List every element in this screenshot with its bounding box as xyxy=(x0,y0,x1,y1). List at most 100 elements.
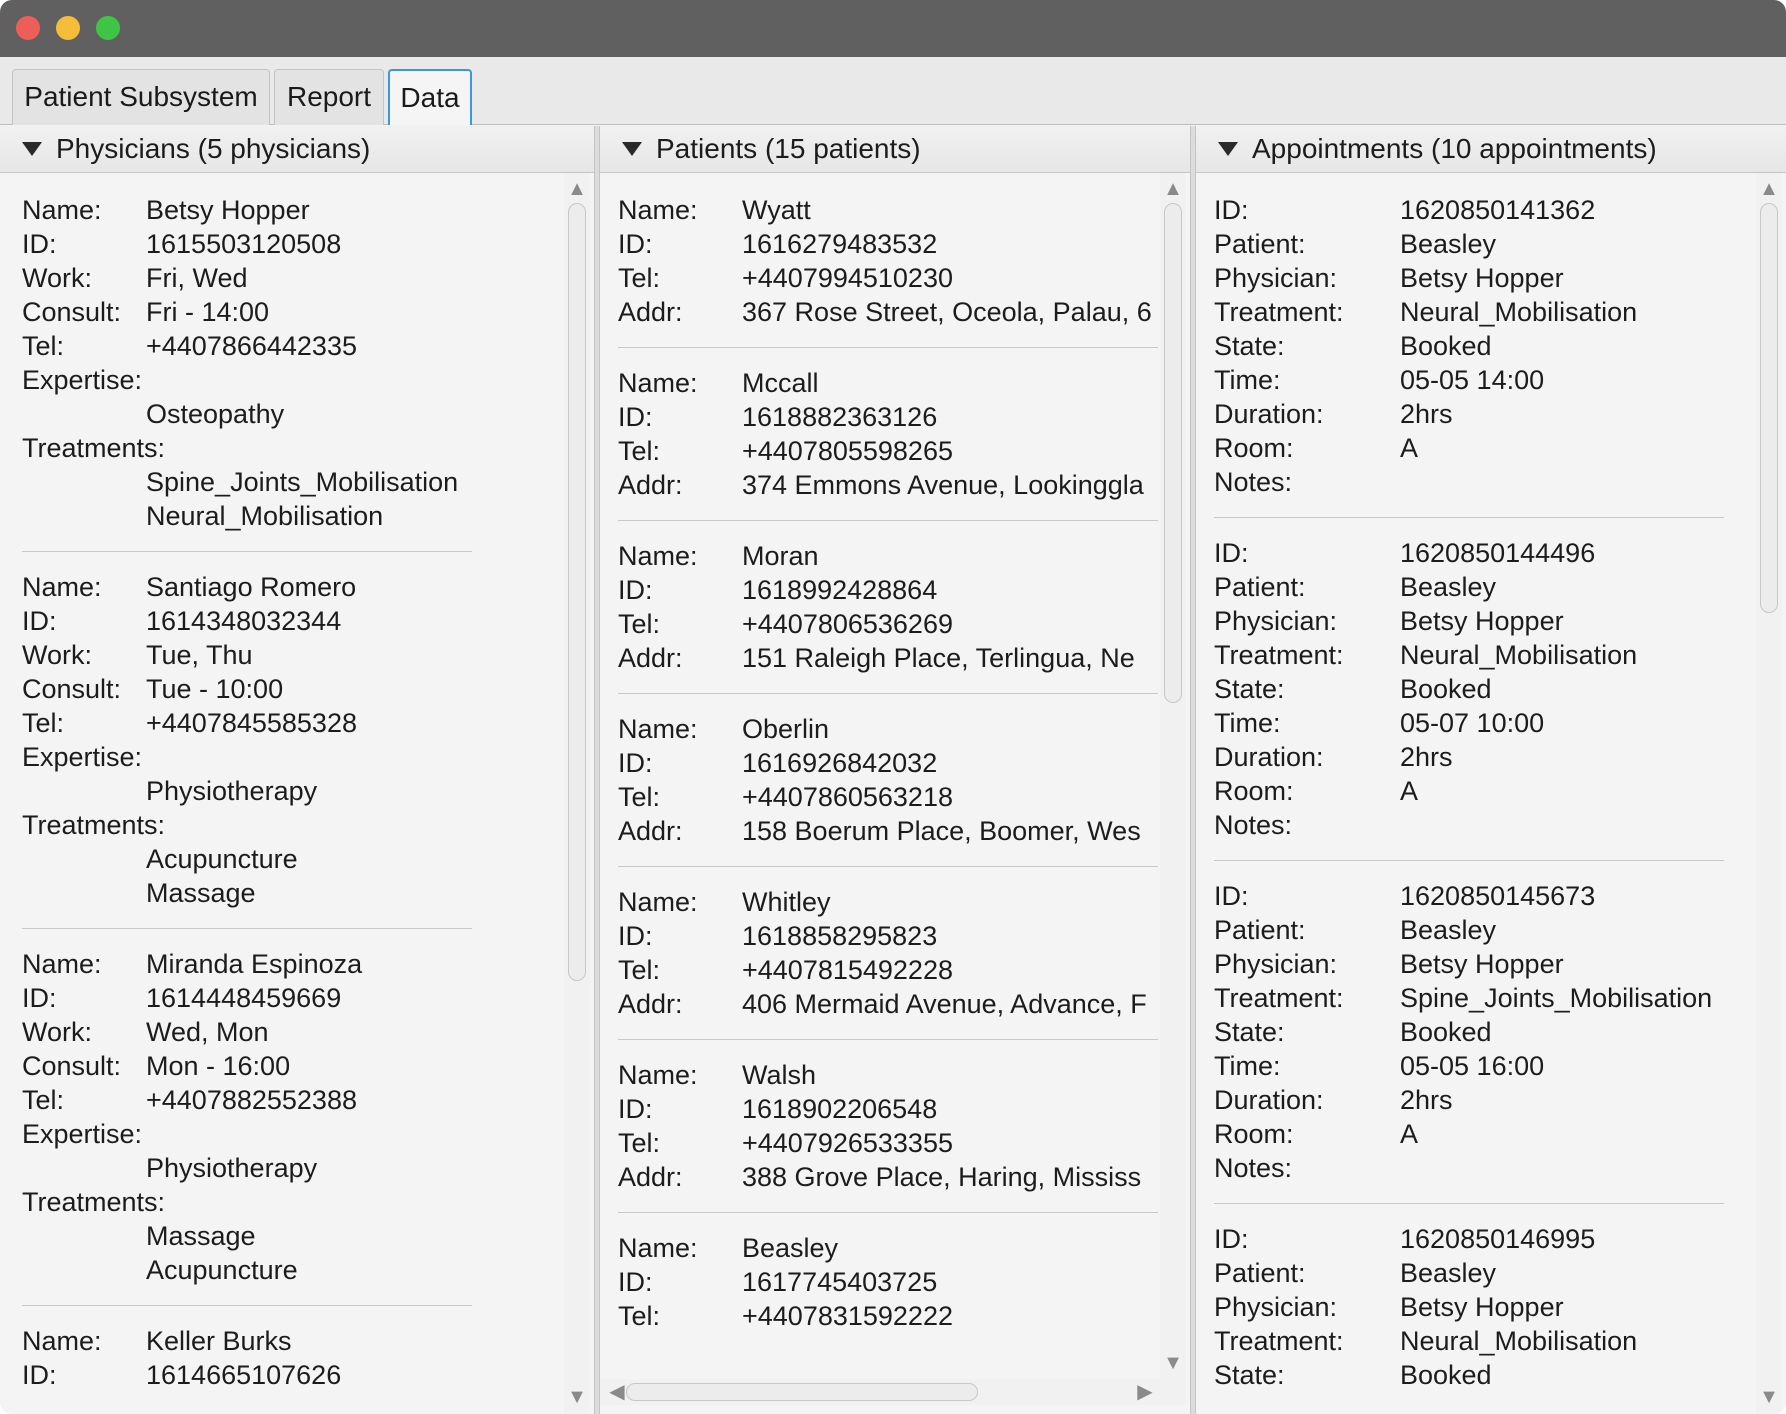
appointment-card[interactable]: ID: 1620850145673 Patient: Beasley Physician… xyxy=(1196,879,1754,1185)
physician-tel-value: +4407882552388 xyxy=(146,1085,357,1115)
physicians-list-viewport[interactable]: Name: Betsy Hopper ID: 1615503120508 Work: Fr… xyxy=(0,173,564,1414)
collapse-triangle-icon[interactable] xyxy=(1218,142,1238,156)
patients-panel-header[interactable]: Patients (15 patients) xyxy=(600,126,1190,173)
appointments-list-viewport[interactable]: ID: 1620850141362 Patient: Beasley Physician… xyxy=(1196,173,1754,1414)
appointment-room-value: A xyxy=(1400,1119,1419,1149)
physicians-panel-header[interactable]: Physicians (5 physicians) xyxy=(0,126,594,173)
physician-card[interactable]: Name: Betsy Hopper ID: 1615503120508 Work: Fr… xyxy=(0,193,564,533)
maximize-window-button[interactable] xyxy=(96,16,120,40)
physician-work: Work: Fri, Wed xyxy=(0,261,564,295)
scroll-down-arrow-icon[interactable]: ▼ xyxy=(1160,1353,1186,1373)
scroll-down-arrow-icon[interactable]: ▼ xyxy=(1756,1387,1782,1407)
patient-card[interactable]: Name: Wyatt ID: 1616279483532 Tel: +440799451… xyxy=(600,193,1158,329)
scroll-up-arrow-icon[interactable]: ▲ xyxy=(1160,179,1186,199)
patient-addr: Addr: 367 Rose Street, Oceola, Palau, 6 xyxy=(600,295,1158,329)
physician-expertise-value: Physiotherapy xyxy=(146,1153,318,1183)
patient-tel-value: +4407806536269 xyxy=(742,609,953,639)
patient-card[interactable]: Name: Oberlin ID: 1616926842032 Tel: +4407860… xyxy=(600,712,1158,848)
appointment-physician: Physician: Betsy Hopper xyxy=(1196,947,1754,981)
physician-tel: Tel: +4407845585328 xyxy=(0,706,564,740)
patient-tel: Tel: +4407806536269 xyxy=(600,607,1158,641)
card-separator xyxy=(22,928,472,929)
physician-id-value: 1614348032344 xyxy=(146,606,342,636)
appointment-duration-value: 2hrs xyxy=(1400,399,1453,429)
physician-expertise-heading-label: Expertise: xyxy=(22,742,143,772)
appointments-vertical-scrollbar[interactable]: ▲ ▼ xyxy=(1756,173,1782,1414)
physician-card[interactable]: Name: Santiago Romero ID: 1614348032344 Work… xyxy=(0,570,564,910)
patient-card[interactable]: Name: Mccall ID: 1618882363126 Tel: +44078055… xyxy=(600,366,1158,502)
patients-horizontal-scrollbar[interactable]: ◀ ▶ xyxy=(600,1379,1186,1405)
appointment-card[interactable]: ID: 1620850144496 Patient: Beasley Physician… xyxy=(1196,536,1754,842)
tab-report[interactable]: Report xyxy=(274,69,384,125)
patient-card[interactable]: Name: Whitley ID: 1618858295823 Tel: +4407815… xyxy=(600,885,1158,1021)
physician-card[interactable]: Name: Keller Burks ID: 1614665107626 xyxy=(0,1324,564,1392)
appointments-panel-header[interactable]: Appointments (10 appointments) xyxy=(1196,126,1786,173)
appointment-state: State: Booked xyxy=(1196,329,1754,363)
physicians-panel-title: Physicians (5 physicians) xyxy=(56,133,371,164)
appointment-state-value: Booked xyxy=(1400,331,1492,361)
physician-card[interactable]: Name: Miranda Espinoza ID: 1614448459669 Wor… xyxy=(0,947,564,1287)
appointment-notes-label: Notes: xyxy=(1214,810,1293,840)
collapse-triangle-icon[interactable] xyxy=(22,142,42,156)
physicians-vertical-scrollbar[interactable]: ▲ ▼ xyxy=(564,173,590,1414)
physician-treatment-item-value: Spine_Joints_Mobilisation xyxy=(146,467,459,497)
patient-tel-value: +4407805598265 xyxy=(742,436,953,466)
appointment-patient: Patient: Beasley xyxy=(1196,1256,1754,1290)
patient-id-label: ID: xyxy=(618,402,653,432)
appointment-state-value: Booked xyxy=(1400,1360,1492,1390)
patient-tel-label: Tel: xyxy=(618,1301,661,1331)
physician-work: Work: Tue, Thu xyxy=(0,638,564,672)
physicians-scroll-thumb[interactable] xyxy=(568,203,586,981)
patients-scroll-thumb[interactable] xyxy=(1164,203,1182,703)
patients-vertical-scrollbar[interactable]: ▲ ▼ xyxy=(1160,173,1186,1379)
physician-id-label: ID: xyxy=(22,1360,57,1390)
physician-treatment-item-value: Acupuncture xyxy=(146,1255,298,1285)
patient-card[interactable]: Name: Beasley ID: 1617745403725 Tel: +4407831… xyxy=(600,1231,1158,1333)
appointments-scroll-thumb[interactable] xyxy=(1760,203,1778,613)
appointment-state-label: State: xyxy=(1214,1360,1285,1390)
appointment-duration-label: Duration: xyxy=(1214,1085,1324,1115)
scroll-up-arrow-icon[interactable]: ▲ xyxy=(564,179,590,199)
scroll-right-arrow-icon[interactable]: ▶ xyxy=(1132,1382,1158,1402)
physician-treatment-item-value: Massage xyxy=(146,878,256,908)
patient-addr: Addr: 388 Grove Place, Haring, Mississ xyxy=(600,1160,1158,1194)
patient-name-label: Name: xyxy=(618,541,698,571)
patients-list-viewport[interactable]: Name: Wyatt ID: 1616279483532 Tel: +440799451… xyxy=(600,173,1158,1379)
appointment-card[interactable]: ID: 1620850141362 Patient: Beasley Physician… xyxy=(1196,193,1754,499)
appointment-time: Time: 05-07 10:00 xyxy=(1196,706,1754,740)
physician-expertise-heading: Expertise: xyxy=(0,1117,564,1151)
appointment-physician: Physician: Betsy Hopper xyxy=(1196,261,1754,295)
appointment-card[interactable]: ID: 1620850146995 Patient: Beasley Physician… xyxy=(1196,1222,1754,1392)
appointment-id-label: ID: xyxy=(1214,195,1249,225)
patients-horizontal-scroll-thumb[interactable] xyxy=(626,1383,978,1401)
physician-id-value: 1614448459669 xyxy=(146,983,342,1013)
scroll-up-arrow-icon[interactable]: ▲ xyxy=(1756,179,1782,199)
tab-data[interactable]: Data xyxy=(388,69,472,125)
title-bar xyxy=(0,0,1786,57)
patient-card[interactable]: Name: Moran ID: 1618992428864 Tel: +440780653… xyxy=(600,539,1158,675)
scroll-down-arrow-icon[interactable]: ▼ xyxy=(564,1387,590,1407)
patient-name: Name: Wyatt xyxy=(600,193,1158,227)
patient-id-value: 1618858295823 xyxy=(742,921,938,951)
patient-name-value: Moran xyxy=(742,541,819,571)
appointment-room: Room: A xyxy=(1196,774,1754,808)
appointment-physician-label: Physician: xyxy=(1214,949,1338,979)
appointment-patient-label: Patient: xyxy=(1214,915,1306,945)
physician-id-label: ID: xyxy=(22,983,57,1013)
physician-work-label: Work: xyxy=(22,263,93,293)
app-window: Patient Subsystem Report Data Physicians… xyxy=(0,0,1786,1414)
patient-card[interactable]: Name: Walsh ID: 1618902206548 Tel: +440792653… xyxy=(600,1058,1158,1194)
minimize-window-button[interactable] xyxy=(56,16,80,40)
tab-patient-subsystem[interactable]: Patient Subsystem xyxy=(12,69,270,125)
physician-treatment-item: Neural_Mobilisation xyxy=(0,499,564,533)
appointment-patient-value: Beasley xyxy=(1400,229,1497,259)
close-window-button[interactable] xyxy=(16,16,40,40)
appointment-physician-value: Betsy Hopper xyxy=(1400,949,1564,979)
patient-name: Name: Mccall xyxy=(600,366,1158,400)
patient-addr-value: 406 Mermaid Avenue, Advance, F xyxy=(742,989,1147,1019)
patient-tel-value: +4407831592222 xyxy=(742,1301,953,1331)
appointment-notes: Notes: xyxy=(1196,1151,1754,1185)
physician-tel-label: Tel: xyxy=(22,708,65,738)
collapse-triangle-icon[interactable] xyxy=(622,142,642,156)
physician-consult-label: Consult: xyxy=(22,674,122,704)
